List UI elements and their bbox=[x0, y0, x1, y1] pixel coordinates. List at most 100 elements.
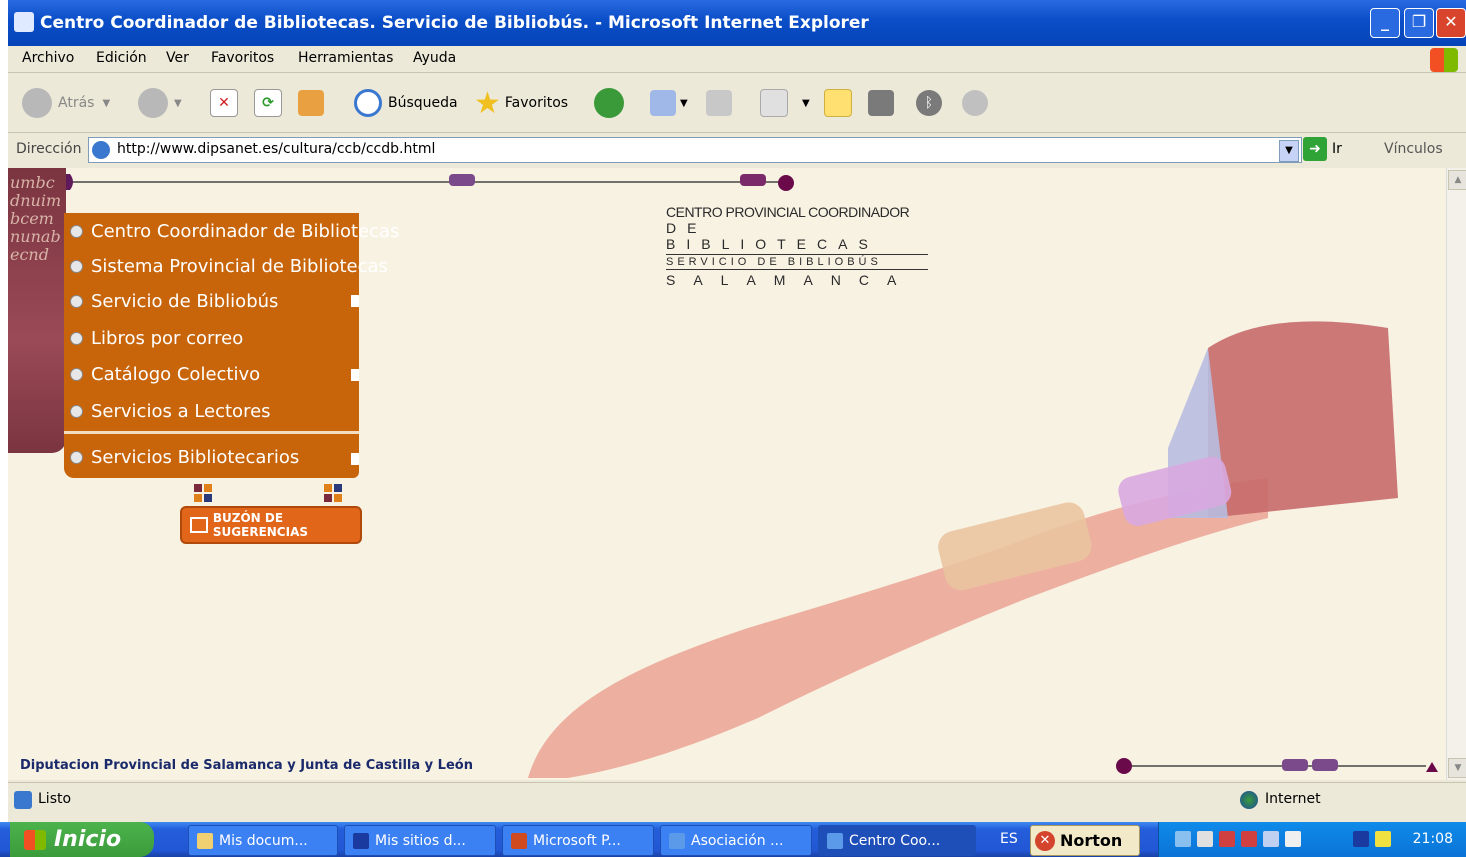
links-button[interactable]: Vínculos bbox=[1384, 141, 1443, 157]
line-end-dot-icon bbox=[778, 175, 794, 191]
history-button[interactable] bbox=[594, 87, 624, 119]
nav-sistema-provincial[interactable]: Sistema Provincial de Bibliotecas bbox=[70, 251, 388, 281]
chevron-down-icon: ▼ bbox=[680, 97, 688, 109]
line-start-dot-icon bbox=[1116, 758, 1132, 774]
nav-servicios-bibliotecarios[interactable]: Servicios Bibliotecarios bbox=[70, 442, 299, 472]
bluetooth-button[interactable]: ᛒ bbox=[916, 87, 942, 119]
nav-label: Servicios a Lectores bbox=[91, 400, 271, 422]
tray-app-icon[interactable] bbox=[1375, 831, 1391, 847]
bibliobus-illustration bbox=[528, 321, 1398, 778]
search-label: Búsqueda bbox=[388, 95, 458, 111]
window-title: Centro Coordinador de Bibliotecas. Servi… bbox=[40, 13, 869, 33]
speaker-icon[interactable] bbox=[1197, 831, 1213, 847]
menu-ayuda[interactable]: Ayuda bbox=[413, 50, 456, 66]
ie-icon bbox=[14, 12, 34, 32]
history-icon bbox=[594, 88, 624, 118]
search-icon bbox=[354, 89, 382, 117]
norton-label: Norton bbox=[1060, 831, 1123, 850]
network-disconnected-icon[interactable] bbox=[1219, 831, 1235, 847]
bus-icon bbox=[449, 174, 475, 186]
favorites-button[interactable]: ★ Favoritos bbox=[474, 86, 568, 121]
notes-button[interactable] bbox=[824, 87, 852, 119]
decorative-letters: umbcdnuimbcemnunabecnd bbox=[10, 173, 62, 264]
task-microsoft-powerpoint[interactable]: Microsoft P... bbox=[502, 825, 654, 856]
address-bar: Dirección http://www.dipsanet.es/cultura… bbox=[8, 134, 1466, 166]
nav-libros-por-correo[interactable]: Libros por correo bbox=[70, 323, 243, 353]
suggestions-mailbox-button[interactable]: BUZÓN DE SUGERENCIAS bbox=[180, 506, 362, 544]
grid-ornament-icon bbox=[324, 484, 342, 502]
close-button[interactable]: ✕ bbox=[1436, 8, 1466, 38]
chevron-down-icon[interactable]: ▼ bbox=[1279, 140, 1299, 162]
stop-button[interactable]: ✕ bbox=[210, 87, 238, 119]
nav-tab-marker bbox=[351, 295, 359, 307]
address-input[interactable]: http://www.dipsanet.es/cultura/ccb/ccdb.… bbox=[88, 137, 1302, 163]
menu-edicion[interactable]: Edición bbox=[96, 50, 147, 66]
network-disconnected-icon[interactable] bbox=[1241, 831, 1257, 847]
home-button[interactable] bbox=[298, 87, 324, 119]
task-centro-coordinador[interactable]: Centro Coo... bbox=[818, 825, 976, 856]
footer-credits: Diputacion Provincial de Salamanca y Jun… bbox=[20, 758, 473, 773]
norton-icon: ✕ bbox=[1035, 830, 1055, 851]
address-url: http://www.dipsanet.es/cultura/ccb/ccdb.… bbox=[117, 141, 436, 157]
windows-logo-icon bbox=[1430, 48, 1458, 72]
task-label: Centro Coo... bbox=[849, 832, 941, 849]
start-button[interactable]: Inicio bbox=[10, 822, 154, 857]
stop-icon: ✕ bbox=[210, 89, 238, 117]
menu-archivo[interactable]: Archivo bbox=[22, 50, 74, 66]
nav-servicio-bibliobus[interactable]: Servicio de Bibliobús bbox=[70, 286, 278, 316]
nav-catalogo-colectivo[interactable]: Catálogo Colectivo bbox=[70, 359, 260, 389]
menu-favoritos[interactable]: Favoritos bbox=[211, 50, 274, 66]
security-zone: Internet bbox=[1265, 791, 1321, 807]
bluetooth-icon[interactable] bbox=[1353, 831, 1369, 847]
scroll-up-icon[interactable]: ▲ bbox=[1448, 170, 1466, 190]
vertical-scrollbar[interactable]: ▲ ▼ bbox=[1446, 168, 1466, 780]
task-label: Asociación ... bbox=[691, 832, 784, 849]
task-mis-sitios[interactable]: Mis sitios d... bbox=[344, 825, 496, 856]
bullet-icon bbox=[70, 367, 83, 381]
go-arrow-icon[interactable]: ➜ bbox=[1303, 137, 1327, 161]
forward-arrow-icon bbox=[138, 88, 168, 118]
go-button[interactable]: Ir bbox=[1332, 141, 1342, 157]
task-mis-documentos[interactable]: Mis docum... bbox=[188, 825, 338, 856]
users-icon bbox=[962, 90, 988, 116]
top-line-decoration bbox=[66, 174, 794, 191]
library-logo: CENTRO PROVINCIAL COORDINADOR DE BIBLIOT… bbox=[666, 204, 928, 288]
task-label: Mis docum... bbox=[219, 832, 308, 849]
refresh-icon: ⟳ bbox=[254, 89, 282, 117]
scroll-down-icon[interactable]: ▼ bbox=[1448, 758, 1466, 778]
menu-bar: Archivo Edición Ver Favoritos Herramient… bbox=[8, 46, 1466, 73]
nav-panel: Centro Coordinador de Bibliotecas Sistem… bbox=[64, 213, 399, 478]
print-button[interactable] bbox=[706, 87, 732, 119]
back-button[interactable]: Atrás ▼ bbox=[22, 87, 110, 119]
bottom-line-decoration bbox=[1116, 758, 1438, 774]
maximize-button[interactable]: ❐ bbox=[1404, 8, 1434, 38]
forward-button[interactable]: ▼ bbox=[138, 87, 182, 119]
taskbar: Inicio Mis docum... Mis sitios d... Micr… bbox=[0, 822, 1466, 857]
edit-button[interactable]: ▼ bbox=[760, 87, 810, 119]
language-indicator[interactable]: ES bbox=[1000, 831, 1018, 847]
nav-servicios-lectores[interactable]: Servicios a Lectores bbox=[70, 396, 271, 426]
usb-icon[interactable] bbox=[1285, 831, 1301, 847]
minimize-button[interactable]: _ bbox=[1370, 8, 1400, 38]
globe-icon bbox=[1240, 791, 1258, 809]
logo-line-2: DE BIBLIOTECAS bbox=[666, 220, 879, 252]
task-asociacion[interactable]: Asociación ... bbox=[660, 825, 812, 856]
note-icon bbox=[824, 89, 852, 117]
network-icon[interactable] bbox=[1175, 831, 1191, 847]
messenger-button[interactable] bbox=[868, 87, 894, 119]
nav-separator bbox=[64, 431, 359, 434]
back-label: Atrás bbox=[58, 95, 95, 111]
chevron-down-icon: ▼ bbox=[174, 97, 182, 109]
bus-icon bbox=[1312, 759, 1338, 771]
refresh-button[interactable]: ⟳ bbox=[254, 87, 282, 119]
print-icon bbox=[706, 90, 732, 116]
norton-button[interactable]: ✕ Norton bbox=[1030, 825, 1140, 856]
mail-button[interactable]: ▼ bbox=[650, 87, 688, 119]
search-button[interactable]: Búsqueda bbox=[354, 87, 458, 119]
nav-centro-coordinador[interactable]: Centro Coordinador de Bibliotecas bbox=[70, 216, 399, 246]
bullet-icon bbox=[70, 224, 83, 238]
menu-ver[interactable]: Ver bbox=[166, 50, 189, 66]
clock-icon[interactable] bbox=[1263, 831, 1279, 847]
users-button[interactable] bbox=[962, 87, 988, 119]
menu-herramientas[interactable]: Herramientas bbox=[298, 50, 393, 66]
